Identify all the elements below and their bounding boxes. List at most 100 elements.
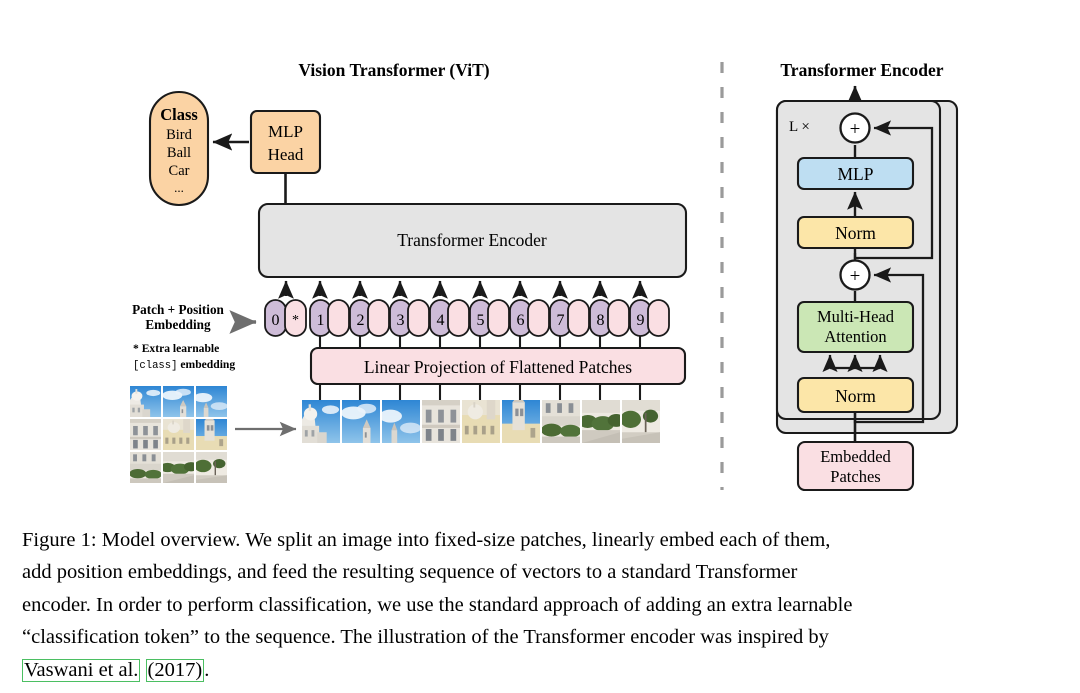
mlp-head-line1: MLP <box>268 122 303 141</box>
source-tile-9 <box>196 452 227 483</box>
mlp-head-box: MLP Head <box>249 109 322 175</box>
footnote-class-token: [class] <box>133 360 178 372</box>
class-item-ball: Ball <box>167 145 191 161</box>
class-item-bird: Bird <box>166 127 193 143</box>
token-to-encoder-arrows <box>278 280 648 299</box>
source-tile-2 <box>163 386 194 417</box>
source-image-grid <box>130 386 227 483</box>
token-7-label: 7 <box>557 312 565 329</box>
class-output-capsule: Class Bird Ball Car ... <box>148 90 210 207</box>
caption-line-1: Figure 1: Model overview. We split an im… <box>22 529 831 551</box>
vit-architecture-diagram: Vision Transformer (ViT) Class Bird Ball… <box>130 60 959 492</box>
caption-line-2: add position embeddings, and feed the re… <box>22 561 798 584</box>
flattened-patch-1 <box>302 400 340 443</box>
token-7-patch-pill <box>567 299 590 337</box>
token-8-label: 8 <box>597 312 605 329</box>
attention-label-line2: Attention <box>824 327 886 346</box>
patch-to-projection-stems <box>318 384 642 400</box>
citation-year-link[interactable]: (2017) <box>145 658 205 682</box>
transformer-encoder-label: Transformer Encoder <box>397 230 547 250</box>
class-ellipsis: ... <box>174 180 184 195</box>
flattened-patch-7 <box>542 400 580 443</box>
class-title: Class <box>160 105 198 124</box>
norm-bottom-label: Norm <box>835 386 876 406</box>
flattened-patch-4 <box>422 400 460 443</box>
token-7-group: 7 <box>549 299 590 337</box>
flattened-patch-row <box>302 400 660 443</box>
flattened-patch-3 <box>382 400 420 443</box>
token-3-patch-pill <box>407 299 430 337</box>
source-tile-5 <box>163 419 194 450</box>
embedding-label-line2: Embedding <box>145 317 211 332</box>
flattened-patch-9 <box>622 400 660 443</box>
figure-caption: Figure 1: Model overview. We split an im… <box>22 524 1060 686</box>
flattened-patch-5 <box>462 400 500 443</box>
adder-middle: + <box>839 259 871 291</box>
embedded-patches-line1: Embedded <box>820 447 891 466</box>
token-2-patch-pill <box>367 299 390 337</box>
mlp-head-line2: Head <box>268 145 304 164</box>
norm-top-label: Norm <box>835 223 876 243</box>
token-2-group: 2 <box>349 299 390 337</box>
left-panel: Vision Transformer (ViT) Class Bird Ball… <box>130 60 688 483</box>
token-4-label: 4 <box>437 312 445 329</box>
adder-top: + <box>839 112 871 144</box>
caption-line-4: “classification token” to the sequence. … <box>22 626 829 649</box>
repeat-count-label: L × <box>789 119 810 135</box>
transformer-encoder-box: Transformer Encoder <box>257 202 688 279</box>
norm-bottom-block: Norm <box>796 376 915 414</box>
token-6-group: 6 <box>509 299 550 337</box>
token-0-label: 0 <box>272 312 280 329</box>
token-row: 1 2 3 4 5 6 7 8 9 <box>309 299 670 337</box>
source-tile-8 <box>163 452 194 483</box>
citation-author-link[interactable]: Vaswani et al. <box>22 658 141 682</box>
token-5-group: 5 <box>469 299 510 337</box>
token-9-patch-pill <box>647 299 670 337</box>
token-9-group: 9 <box>629 299 670 337</box>
token-0-group: 0 * <box>264 299 307 337</box>
token-5-label: 5 <box>477 312 485 329</box>
multi-head-attention-block: Multi-Head Attention <box>796 300 915 354</box>
citation-period: . <box>204 658 210 681</box>
footnote-line2: [class] embedding <box>133 358 235 372</box>
norm-top-block: Norm <box>796 215 915 250</box>
figure-canvas: Vision Transformer (ViT) Class Bird Ball… <box>0 0 1080 520</box>
flattened-patch-2 <box>342 400 380 443</box>
token-6-patch-pill <box>527 299 550 337</box>
caption-line-3: encoder. In order to perform classificat… <box>22 593 853 616</box>
right-panel-title: Transformer Encoder <box>780 60 943 80</box>
attention-label-line1: Multi-Head <box>817 307 895 326</box>
token-8-patch-pill <box>607 299 630 337</box>
source-tile-1 <box>130 386 161 417</box>
token-8-group: 8 <box>589 299 630 337</box>
flattened-patch-8 <box>582 400 620 443</box>
source-tile-3 <box>196 386 227 417</box>
flattened-patch-6 <box>502 400 540 443</box>
footnote-line1: * Extra learnable <box>133 342 219 355</box>
token-4-patch-pill <box>447 299 470 337</box>
extra-learnable-footnote: * Extra learnable [class] embedding <box>133 342 235 372</box>
token-3-label: 3 <box>397 312 405 329</box>
source-tile-7 <box>130 452 161 483</box>
token-1-group: 1 <box>309 299 350 337</box>
token-star-label: * <box>292 313 299 328</box>
linear-projection-box: Linear Projection of Flattened Patches <box>309 346 687 386</box>
token-1-label: 1 <box>317 312 325 329</box>
source-tile-6 <box>196 419 227 450</box>
embedded-patches-line2: Patches <box>830 467 880 486</box>
embedding-label-line1: Patch + Position <box>132 302 224 317</box>
patch-position-embedding-label: Patch + Position Embedding <box>132 302 257 334</box>
token-3-group: 3 <box>389 299 430 337</box>
token-6-label: 6 <box>517 312 525 329</box>
class-item-car: Car <box>169 163 190 179</box>
source-tile-4 <box>130 419 161 450</box>
token-1-patch-pill <box>327 299 350 337</box>
adder-top-symbol: + <box>850 119 861 140</box>
mlp-block-label: MLP <box>838 164 874 184</box>
projection-to-token-stems <box>318 336 642 348</box>
caption-line-5: Vaswani et al. (2017). <box>22 654 1060 686</box>
embedded-patches-block: Embedded Patches <box>796 440 915 492</box>
token-2-label: 2 <box>357 312 365 329</box>
right-panel: Transformer Encoder L × + MLP Norm + Mul… <box>775 60 959 492</box>
token-4-group: 4 <box>429 299 470 337</box>
